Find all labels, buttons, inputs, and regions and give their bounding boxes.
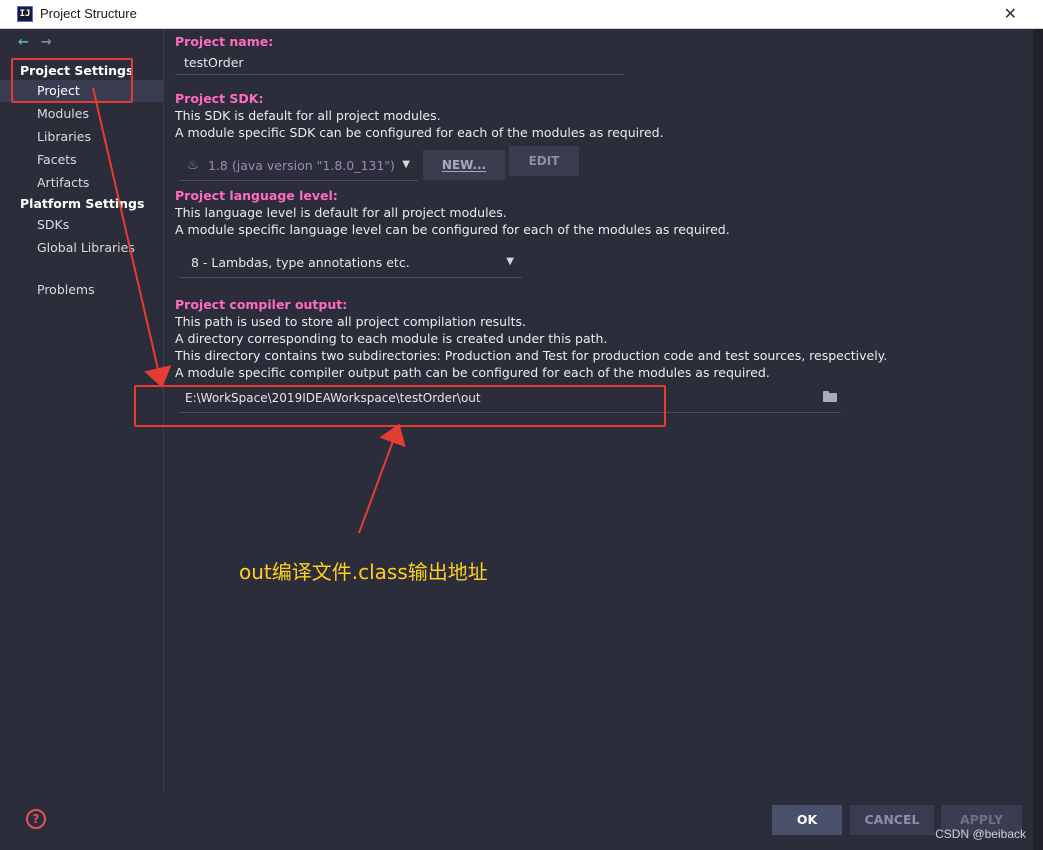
sdk-description-1: This SDK is default for all project modu…: [175, 108, 441, 123]
window-title: Project Structure: [40, 6, 137, 21]
intellij-app-icon: IJ: [17, 6, 33, 22]
sidebar-item-artifacts[interactable]: Artifacts: [0, 172, 164, 194]
language-description-1: This language level is default for all p…: [175, 205, 507, 220]
chevron-down-icon: ▼: [506, 256, 514, 267]
annotation-box-output: [134, 385, 666, 427]
language-level-label: Project language level:: [175, 188, 338, 203]
sdk-select[interactable]: ♨ 1.8 (java version "1.8.0_131") ▼: [179, 151, 418, 181]
project-sdk-label: Project SDK:: [175, 91, 264, 106]
language-level-value: 8 - Lambdas, type annotations etc.: [191, 255, 410, 270]
sidebar-item-global-libraries[interactable]: Global Libraries: [0, 237, 164, 259]
window-edge: [1033, 29, 1043, 850]
sdk-select-value: 1.8 (java version "1.8.0_131"): [208, 158, 395, 173]
language-description-2: A module specific language level can be …: [175, 222, 730, 237]
close-icon[interactable]: ✕: [1004, 4, 1017, 23]
ok-button[interactable]: OK: [772, 805, 842, 835]
annotation-box-project: [11, 58, 133, 103]
language-level-select[interactable]: 8 - Lambdas, type annotations etc. ▼: [179, 248, 522, 278]
output-description-4: A module specific compiler output path c…: [175, 365, 770, 380]
project-name-label: Project name:: [175, 34, 274, 49]
cancel-button[interactable]: CANCEL: [850, 805, 934, 835]
sdk-description-2: A module specific SDK can be configured …: [175, 125, 664, 140]
output-description-3: This directory contains two subdirectori…: [175, 348, 888, 363]
project-name-input[interactable]: [175, 51, 624, 75]
chevron-down-icon: ▼: [402, 159, 410, 170]
java-cup-icon: ♨: [187, 158, 199, 173]
back-arrow-icon[interactable]: ←: [18, 35, 29, 50]
title-bar: IJ Project Structure ✕: [0, 0, 1043, 29]
sidebar-item-problems[interactable]: Problems: [0, 279, 164, 301]
csdn-watermark: CSDN @beiback: [935, 827, 1026, 841]
compiler-output-label: Project compiler output:: [175, 297, 348, 312]
output-description-1: This path is used to store all project c…: [175, 314, 526, 329]
sidebar-item-facets[interactable]: Facets: [0, 149, 164, 171]
output-description-2: A directory corresponding to each module…: [175, 331, 608, 346]
sidebar-item-libraries[interactable]: Libraries: [0, 126, 164, 148]
sidebar-item-modules[interactable]: Modules: [0, 103, 164, 125]
forward-arrow-icon[interactable]: →: [41, 35, 52, 50]
dialog-footer: ? OK CANCEL APPLY: [0, 792, 1033, 850]
folder-icon[interactable]: [823, 391, 837, 402]
sidebar-item-sdks[interactable]: SDKs: [0, 214, 164, 236]
platform-settings-heading: Platform Settings: [20, 196, 145, 211]
annotation-text: out编译文件.class输出地址: [239, 560, 488, 584]
help-icon[interactable]: ?: [26, 809, 46, 829]
sdk-edit-button[interactable]: EDIT: [509, 146, 579, 176]
nav-arrows: ← →: [18, 35, 52, 50]
sdk-new-button[interactable]: NEW...: [423, 150, 505, 180]
